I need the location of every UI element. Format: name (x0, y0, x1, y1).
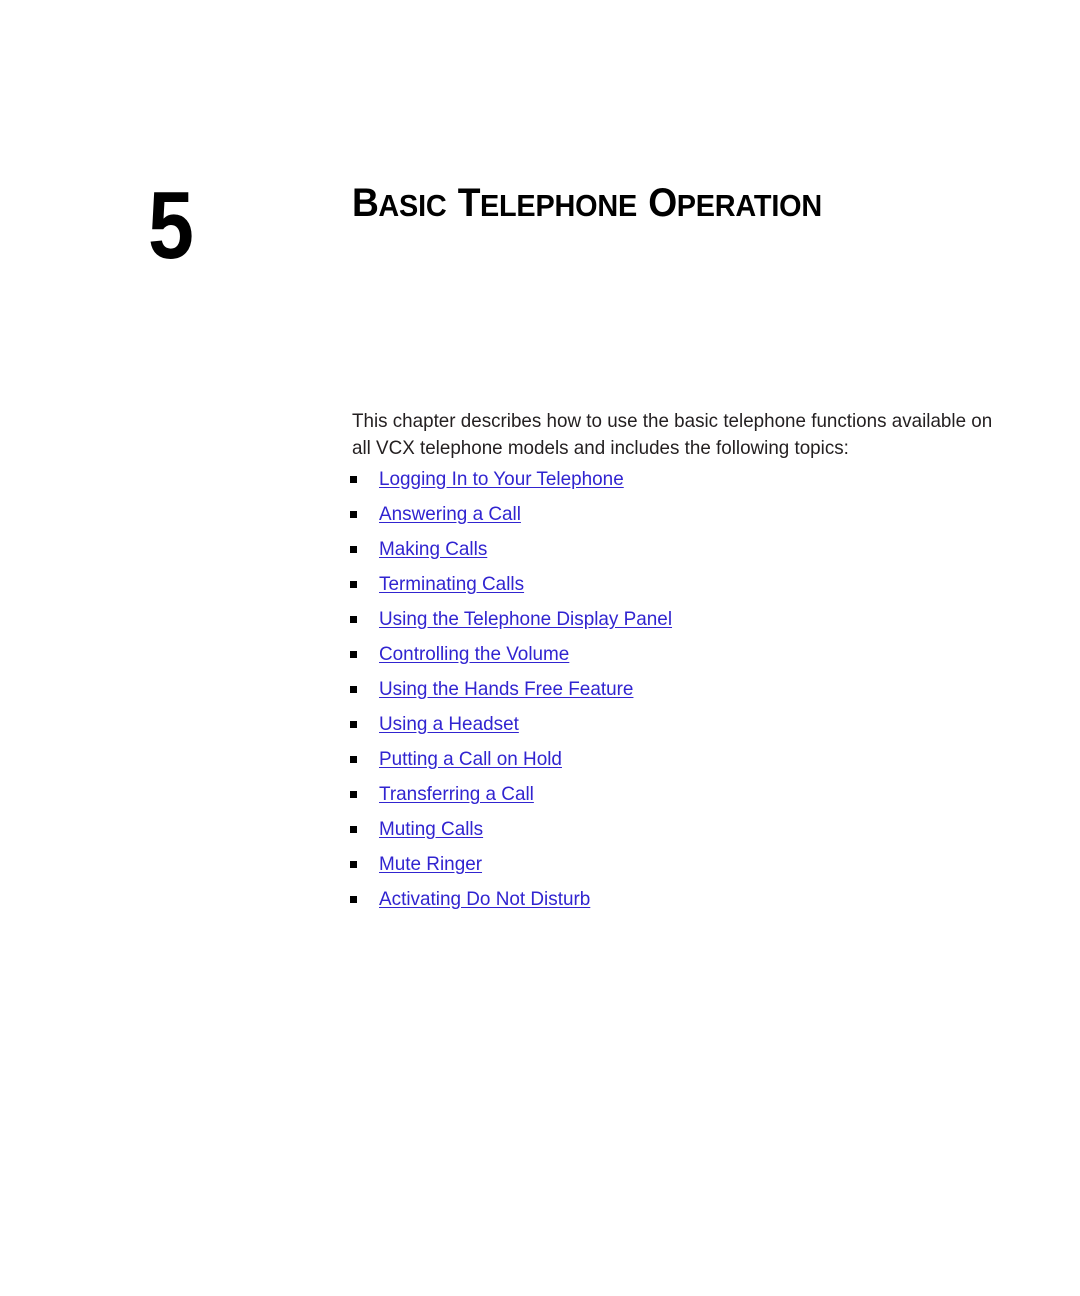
topic-link-making-calls[interactable]: Making Calls (379, 532, 487, 567)
square-bullet-icon (350, 546, 357, 553)
title-word: OPERATION (648, 181, 822, 225)
topic-link-using-a-headset[interactable]: Using a Headset (379, 707, 519, 742)
topic-link-do-not-disturb[interactable]: Activating Do Not Disturb (379, 882, 590, 917)
topic-link-controlling-volume[interactable]: Controlling the Volume (379, 637, 569, 672)
list-item: Making Calls (350, 532, 1010, 567)
list-item: Using the Telephone Display Panel (350, 602, 1010, 637)
document-page: 5 BASIC TELEPHONE OPERATION This chapter d… (0, 0, 1080, 1296)
square-bullet-icon (350, 896, 357, 903)
square-bullet-icon (350, 721, 357, 728)
square-bullet-icon (350, 476, 357, 483)
list-item: Mute Ringer (350, 847, 1010, 882)
square-bullet-icon (350, 686, 357, 693)
list-item: Logging In to Your Telephone (350, 462, 1010, 497)
square-bullet-icon (350, 616, 357, 623)
topic-link-using-display-panel[interactable]: Using the Telephone Display Panel (379, 602, 672, 637)
title-word-rest: ELEPHONE (479, 187, 638, 223)
title-word-rest: ASIC (378, 187, 447, 223)
list-item: Transferring a Call (350, 777, 1010, 812)
square-bullet-icon (350, 651, 357, 658)
topic-link-transferring-a-call[interactable]: Transferring a Call (379, 777, 534, 812)
title-word-initial: B (352, 180, 379, 225)
page-title: BASIC TELEPHONE OPERATION (352, 179, 947, 230)
list-item: Terminating Calls (350, 567, 1010, 602)
list-item: Answering a Call (350, 497, 1010, 532)
list-item: Using a Headset (350, 707, 1010, 742)
topic-list: Logging In to Your Telephone Answering a… (350, 462, 1010, 917)
list-item: Activating Do Not Disturb (350, 882, 1010, 917)
list-item: Muting Calls (350, 812, 1010, 847)
list-item: Controlling the Volume (350, 637, 1010, 672)
square-bullet-icon (350, 581, 357, 588)
square-bullet-icon (350, 511, 357, 518)
topic-link-terminating-calls[interactable]: Terminating Calls (379, 567, 524, 602)
square-bullet-icon (350, 756, 357, 763)
square-bullet-icon (350, 826, 357, 833)
square-bullet-icon (350, 791, 357, 798)
title-word-initial: T (457, 180, 481, 225)
topic-link-logging-in[interactable]: Logging In to Your Telephone (379, 462, 624, 497)
topic-link-hands-free-feature[interactable]: Using the Hands Free Feature (379, 672, 633, 707)
title-word: BASIC (352, 181, 447, 225)
title-word-initial: O (648, 180, 677, 225)
topic-link-answering-a-call[interactable]: Answering a Call (379, 497, 521, 532)
list-item: Using the Hands Free Feature (350, 672, 1010, 707)
title-word: TELEPHONE (457, 180, 638, 225)
topic-link-muting-calls[interactable]: Muting Calls (379, 812, 483, 847)
title-word-rest: PERATION (676, 187, 823, 223)
topic-link-call-on-hold[interactable]: Putting a Call on Hold (379, 742, 562, 777)
square-bullet-icon (350, 861, 357, 868)
topic-link-mute-ringer[interactable]: Mute Ringer (379, 847, 482, 882)
intro-paragraph: This chapter describes how to use the ba… (352, 409, 993, 459)
chapter-number: 5 (148, 172, 194, 279)
list-item: Putting a Call on Hold (350, 742, 1010, 777)
